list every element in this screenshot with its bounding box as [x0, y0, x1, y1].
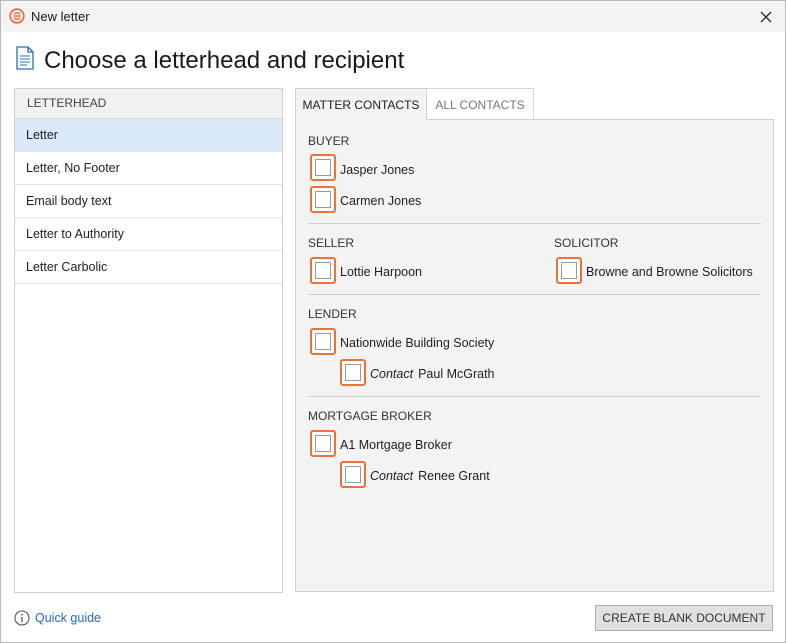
contacts-panel: BUYER Jasper Jones Carmen Jones SELLER L…	[295, 119, 774, 592]
contact-renee-grant: Contact Renee Grant	[370, 469, 490, 483]
quick-guide-label: Quick guide	[35, 611, 102, 625]
window-title: New letter	[31, 9, 90, 24]
checkbox-nationwide[interactable]	[310, 328, 336, 355]
contact-name-nationwide: Nationwide Building Society	[340, 336, 495, 350]
section-divider	[308, 396, 761, 397]
contact-name-browne-and-browne: Browne and Browne Solicitors	[586, 265, 753, 279]
tab-all-contacts[interactable]: ALL CONTACTS	[426, 88, 534, 120]
letterhead-item-letter-no-footer[interactable]: Letter, No Footer	[15, 152, 282, 185]
app-logo-icon	[9, 8, 25, 24]
section-label-buyer: BUYER	[308, 134, 350, 148]
section-label-seller: SELLER	[308, 236, 355, 250]
checkbox-browne-and-browne[interactable]	[556, 257, 582, 284]
contact-name-carmen-jones: Carmen Jones	[340, 194, 422, 208]
document-icon	[16, 46, 34, 70]
contact-name-renee-grant: Renee Grant	[418, 469, 490, 483]
quick-guide-link[interactable]: Quick guide	[14, 610, 101, 626]
letterhead-item-email-body-text[interactable]: Email body text	[15, 185, 282, 218]
letterhead-item-letter-to-authority[interactable]: Letter to Authority	[15, 218, 282, 251]
close-icon	[760, 11, 772, 23]
section-label-solicitor: SOLICITOR	[554, 236, 619, 250]
checkbox-renee-grant[interactable]	[340, 461, 366, 488]
checkbox-jasper-jones[interactable]	[310, 154, 336, 181]
checkbox-lottie-harpoon[interactable]	[310, 257, 336, 284]
contact-name-a1-mortgage-broker: A1 Mortgage Broker	[340, 438, 452, 452]
page-title: Choose a letterhead and recipient	[44, 47, 405, 74]
letterhead-panel: LETTERHEAD Letter Letter, No Footer Emai…	[14, 88, 283, 593]
section-label-mortgage-broker: MORTGAGE BROKER	[308, 409, 432, 423]
letterhead-item-letter-carbolic[interactable]: Letter Carbolic	[15, 251, 282, 284]
contact-name-paul-mcgrath: Paul McGrath	[418, 367, 495, 381]
contact-name-jasper-jones: Jasper Jones	[340, 163, 415, 177]
section-divider	[308, 294, 761, 295]
section-label-lender: LENDER	[308, 307, 357, 321]
title-bar: New letter	[1, 1, 785, 32]
letterhead-item-letter[interactable]: Letter	[15, 119, 282, 152]
checkbox-a1-mortgage-broker[interactable]	[310, 430, 336, 457]
contact-paul-mcgrath: Contact Paul McGrath	[370, 367, 495, 381]
contact-role-label: Contact	[370, 469, 414, 483]
letterhead-header: LETTERHEAD	[15, 89, 282, 119]
info-icon	[14, 610, 30, 626]
section-divider	[308, 223, 761, 224]
checkbox-paul-mcgrath[interactable]	[340, 359, 366, 386]
checkbox-carmen-jones[interactable]	[310, 186, 336, 213]
close-button[interactable]	[753, 5, 779, 29]
contact-name-lottie-harpoon: Lottie Harpoon	[340, 265, 423, 279]
contact-role-label: Contact	[370, 367, 414, 381]
tab-matter-contacts[interactable]: MATTER CONTACTS	[295, 88, 427, 121]
create-blank-document-button[interactable]: CREATE BLANK DOCUMENT	[595, 605, 773, 631]
dialog-window: New letter Choose a letterhead and recip…	[0, 0, 786, 643]
